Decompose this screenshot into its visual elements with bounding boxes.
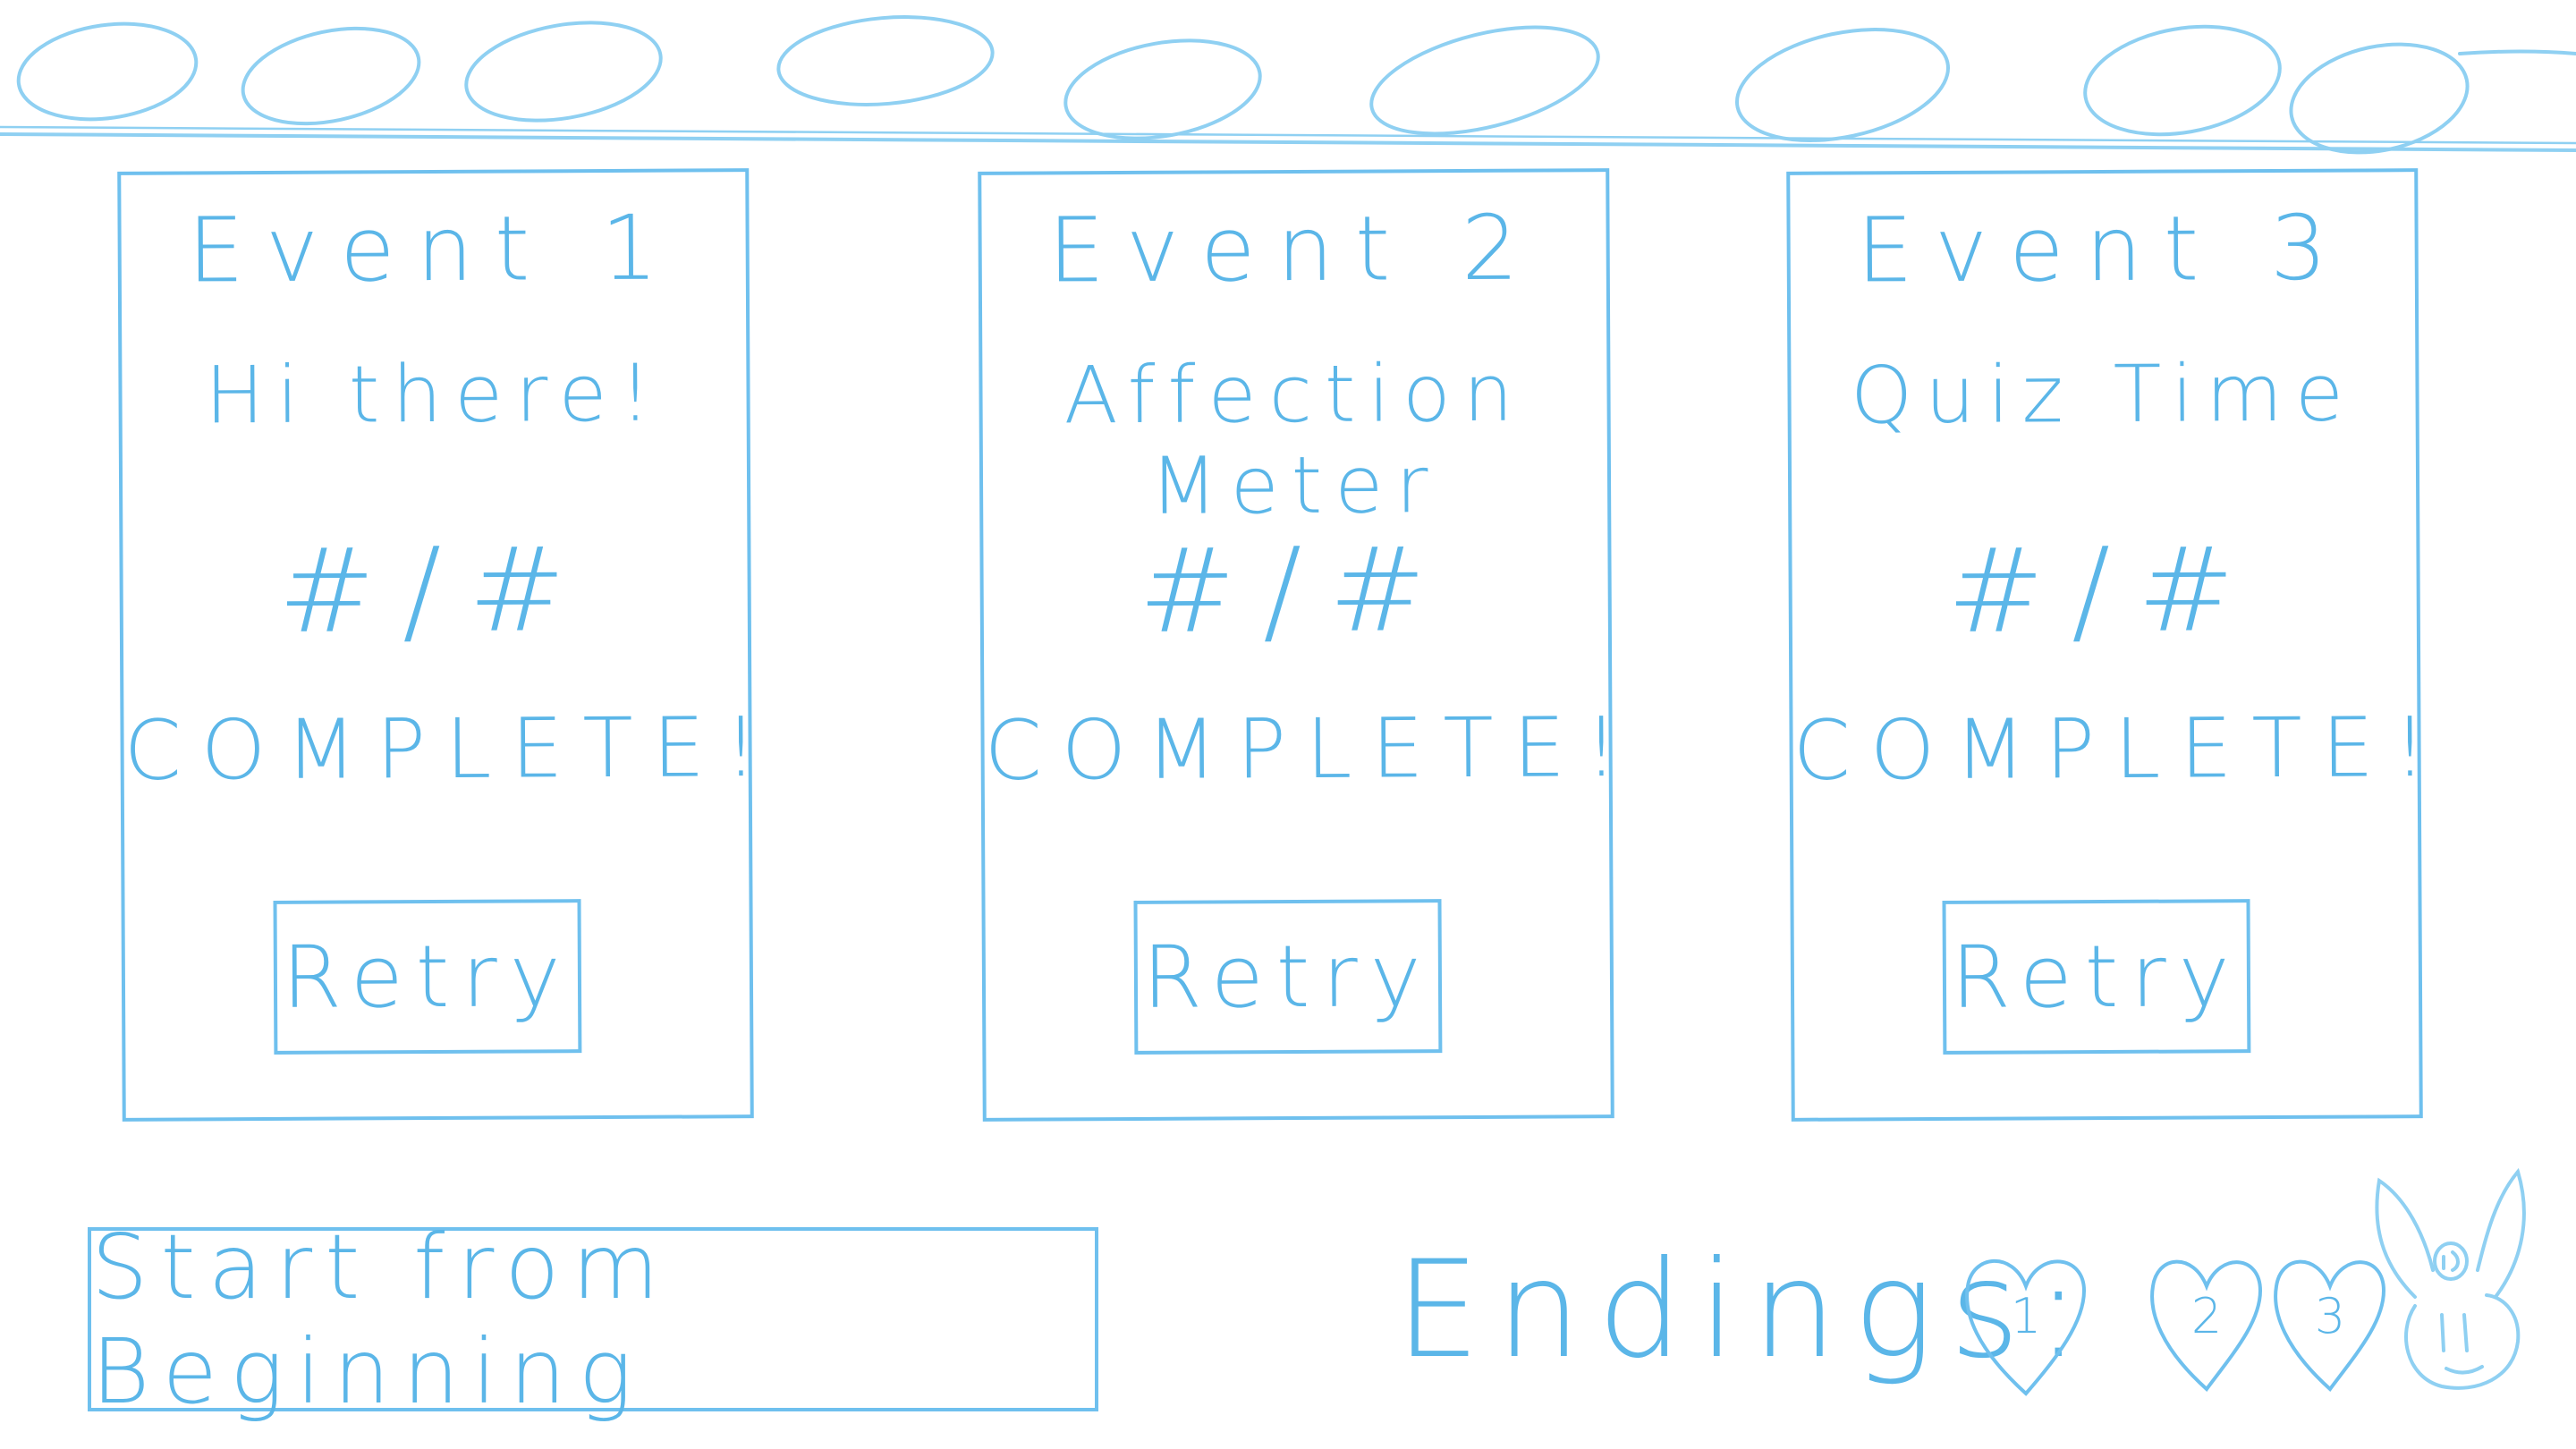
ending-number: 2 xyxy=(2190,1288,2223,1344)
event-card-3: Event 3 Quiz Time #/# COMPLETE! Retry xyxy=(1786,168,2446,1122)
event-status: COMPLETE! xyxy=(123,699,777,799)
event-subtitle: Affection Meter xyxy=(1063,346,1526,532)
event-status: COMPLETE! xyxy=(984,699,1638,799)
ending-2-heart-icon[interactable]: 2 xyxy=(2140,1241,2274,1402)
ending-number: 1 xyxy=(2010,1288,2042,1344)
event-title: Event 2 xyxy=(1047,195,1540,303)
event-progress-counter: #/# xyxy=(1138,521,1453,659)
retry-button[interactable]: Retry xyxy=(1942,899,2251,1055)
event-progress-counter: #/# xyxy=(1946,521,2262,659)
ending-1-heart-icon[interactable]: 1 xyxy=(1959,1241,2093,1402)
event-title: Event 1 xyxy=(187,195,680,303)
retry-button[interactable]: Retry xyxy=(273,899,582,1055)
header-scribble-decoration xyxy=(0,15,2576,155)
event-card-1: Event 1 Hi there! #/# COMPLETE! Retry xyxy=(117,168,777,1122)
event-card-2: Event 2 Affection Meter #/# COMPLETE! Re… xyxy=(978,168,1638,1122)
event-progress-counter: #/# xyxy=(277,521,593,659)
retry-button[interactable]: Retry xyxy=(1133,899,1443,1055)
event-title: Event 3 xyxy=(1856,195,2349,303)
bunny-icon xyxy=(2375,1167,2526,1390)
event-subtitle: Quiz Time xyxy=(1850,346,2357,442)
start-from-beginning-button[interactable]: Start from Beginning xyxy=(88,1215,1098,1424)
event-subtitle: Hi there! xyxy=(204,346,665,442)
event-status: COMPLETE! xyxy=(1792,699,2446,799)
